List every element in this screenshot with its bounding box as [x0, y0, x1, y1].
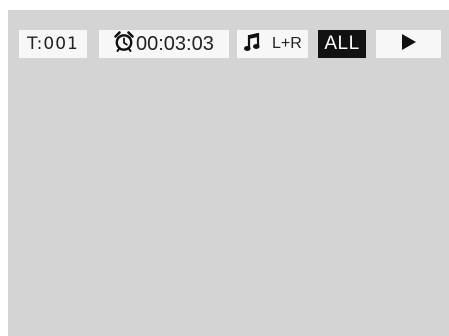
repeat-mode: ALL — [324, 33, 360, 54]
elapsed-time-indicator: 00:03:03 — [99, 30, 229, 58]
audio-channel-indicator: L+R — [237, 30, 308, 58]
elapsed-time: 00:03:03 — [136, 32, 214, 55]
osd-screen: T:001 00:03:03 L+R ALL — [8, 10, 449, 336]
playback-status — [376, 30, 441, 58]
track-label: T:001 — [27, 34, 79, 54]
music-note-icon — [244, 31, 272, 58]
alarm-clock-icon — [113, 30, 136, 58]
repeat-mode-badge: ALL — [318, 30, 366, 58]
track-indicator: T:001 — [19, 30, 87, 58]
play-icon — [401, 33, 417, 55]
audio-channel: L+R — [272, 35, 302, 52]
